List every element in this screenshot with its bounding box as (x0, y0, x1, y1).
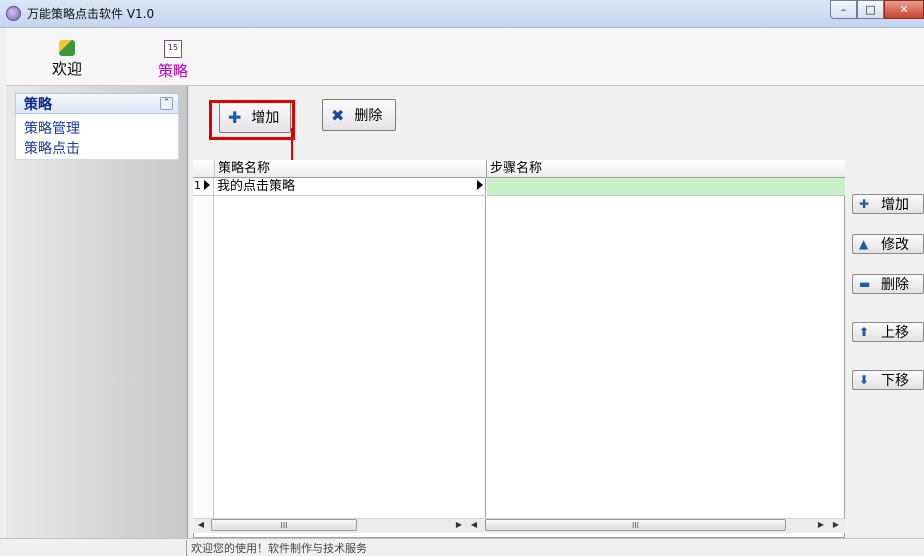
step-move-up-button[interactable]: ⬆ 上移 (852, 322, 924, 342)
row-indicator-column (193, 178, 214, 518)
arrow-up-icon: ⬆ (859, 325, 870, 339)
row-pointer-icon (204, 180, 210, 190)
step-delete-button[interactable]: ▬ 删除 (852, 274, 924, 294)
status-bar (0, 538, 924, 546)
triangle-up-icon: ▲ (859, 237, 869, 251)
step-edit-button[interactable]: ▲ 修改 (852, 234, 924, 254)
sidebar-group-title: 策略 (24, 97, 52, 113)
step-add-button[interactable]: ✚ 增加 (852, 194, 924, 214)
welcome-icon (59, 40, 75, 56)
plus-icon: ✚ (859, 197, 870, 211)
step-move-down-button[interactable]: ⬇ 下移 (852, 370, 924, 390)
step-move-down-label: 下移 (881, 373, 909, 389)
close-button[interactable]: ✕ (884, 0, 924, 19)
collapse-icon[interactable]: ⌃ (160, 97, 173, 110)
scrollbar-thumb[interactable]: III (211, 519, 357, 531)
scroll-left-icon[interactable]: ◀ (468, 519, 480, 531)
tab-welcome-label: 欢迎 (51, 60, 82, 78)
scroll-right-icon[interactable]: ▶ (453, 519, 465, 531)
strategy-name-cell[interactable]: 我的点击策略 (217, 178, 295, 196)
step-row-selected[interactable] (487, 178, 845, 196)
scroll-right-icon[interactable]: ▶ (830, 519, 842, 531)
tab-strategy[interactable]: 15 策略 (143, 38, 203, 84)
arrow-down-icon: ⬇ (859, 373, 870, 387)
tab-welcome[interactable]: 欢迎 (37, 38, 97, 84)
delete-button-label: 删除 (354, 108, 383, 124)
step-edit-label: 修改 (881, 237, 909, 253)
row-number: 1 (194, 179, 201, 192)
x-icon: ✖ (331, 105, 345, 125)
app-icon (6, 6, 21, 21)
tab-strategy-label: 策略 (157, 62, 188, 80)
window-title: 万能策略点击软件 V1.0 (27, 7, 155, 21)
status-message: 欢迎您的使用！软件制作与技术服务 (186, 540, 367, 556)
step-add-label: 增加 (881, 197, 909, 213)
minimize-button[interactable]: – (830, 0, 857, 19)
row-pointer-icon (477, 180, 483, 190)
delete-button[interactable]: ✖ 删除 (322, 99, 396, 131)
step-delete-label: 删除 (881, 277, 909, 293)
sidebar-item-strategy-click[interactable]: 策略点击 (24, 138, 80, 158)
scroll-left-icon[interactable]: ◀ (195, 519, 207, 531)
column-header-step-name[interactable]: 步骤名称 (486, 160, 845, 178)
row-indicator-header (193, 160, 214, 178)
calendar-icon: 15 (164, 40, 182, 58)
column-header-strategy-name[interactable]: 策略名称 (214, 160, 486, 178)
maximize-button[interactable]: □ (857, 0, 884, 19)
step-move-up-label: 上移 (881, 325, 909, 341)
sidebar-item-strategy-manage[interactable]: 策略管理 (24, 118, 80, 138)
minus-icon: ▬ (859, 277, 871, 291)
highlight-annotation (209, 100, 295, 140)
scroll-right-icon[interactable]: ▶ (815, 519, 827, 531)
strategy-grid (193, 160, 486, 518)
scrollbar-thumb[interactable]: III (485, 519, 786, 531)
